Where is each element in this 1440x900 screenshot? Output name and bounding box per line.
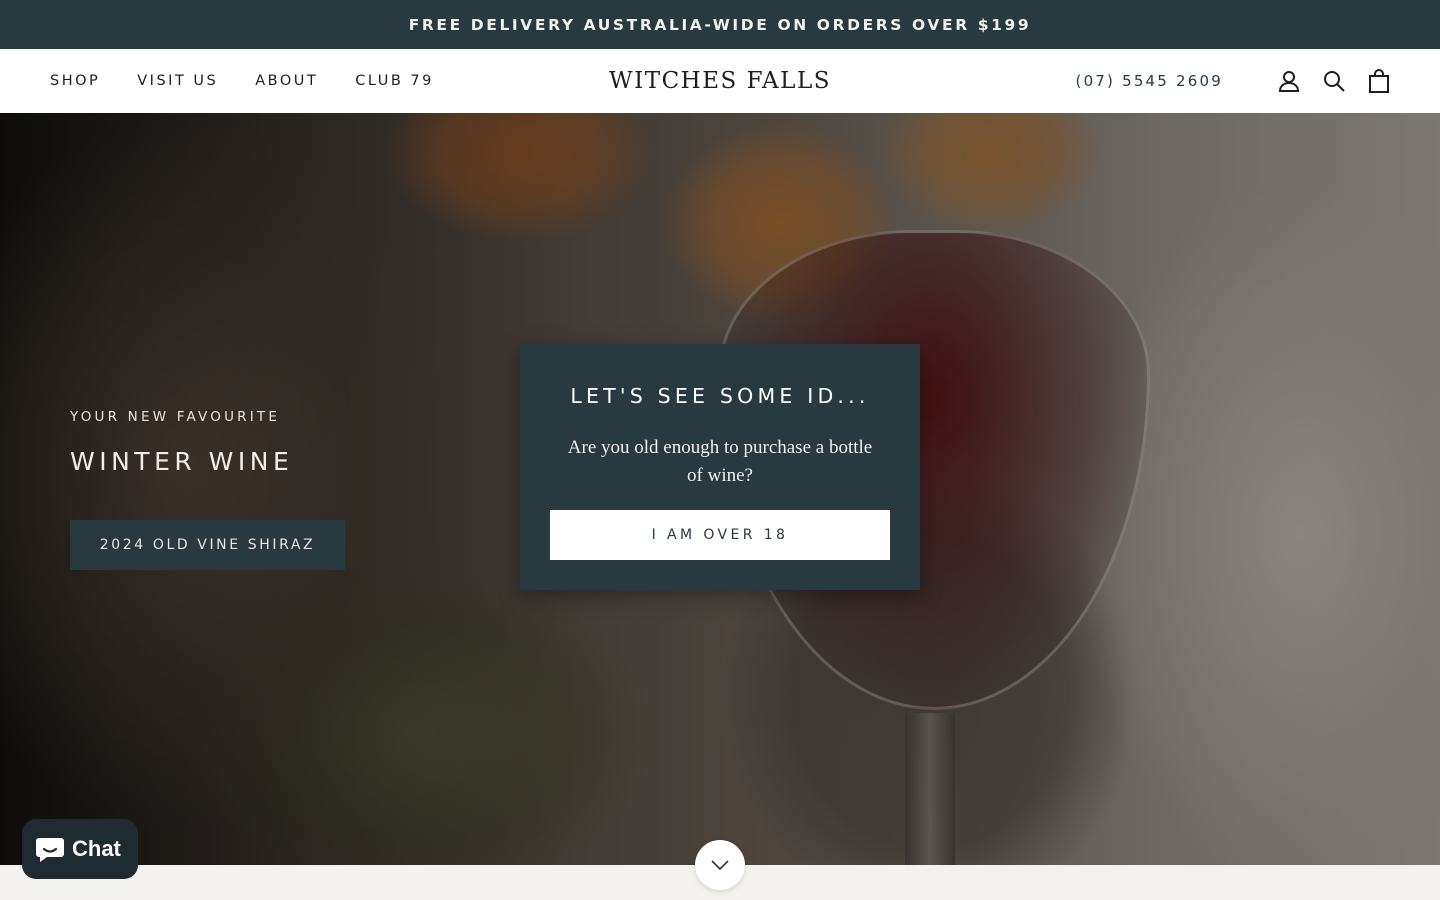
site-logo[interactable]: WITCHES FALLS <box>609 68 831 94</box>
hero-eyebrow: YOUR NEW FAVOURITE <box>70 409 281 425</box>
hero-content: YOUR NEW FAVOURITE WINTER WINE 2024 OLD … <box>70 409 345 570</box>
announcement-bar: FREE DELIVERY AUSTRALIA-WIDE ON ORDERS O… <box>0 0 1440 49</box>
nav-club-79[interactable]: CLUB 79 <box>355 73 434 89</box>
over-18-button[interactable]: I AM OVER 18 <box>550 510 890 560</box>
age-gate-title: LET'S SEE SOME ID... <box>570 384 870 408</box>
age-verification-modal: LET'S SEE SOME ID... Are you old enough … <box>520 344 920 590</box>
scroll-down-button[interactable] <box>695 840 745 890</box>
age-gate-question: Are you old enough to purchase a bottle … <box>567 437 873 486</box>
nav-about[interactable]: ABOUT <box>255 73 318 89</box>
search-icon[interactable] <box>1321 68 1347 94</box>
account-icon[interactable] <box>1276 68 1302 94</box>
chat-label: Chat <box>72 836 121 861</box>
site-header: SHOP VISIT US ABOUT CLUB 79 WITCHES FALL… <box>0 49 1440 113</box>
cart-icon[interactable] <box>1366 68 1392 94</box>
nav-shop[interactable]: SHOP <box>50 73 100 89</box>
announcement-text: FREE DELIVERY AUSTRALIA-WIDE ON ORDERS O… <box>408 15 1032 34</box>
hero-shiraz-button[interactable]: 2024 OLD VINE SHIRAZ <box>70 520 345 570</box>
main-nav: SHOP VISIT US ABOUT CLUB 79 <box>50 49 471 113</box>
hero-title: WINTER WINE <box>70 447 294 476</box>
header-actions: (07) 5545 2609 <box>1076 49 1392 113</box>
chat-widget-button[interactable]: Chat <box>22 819 138 879</box>
chevron-down-icon <box>711 860 729 871</box>
phone-number[interactable]: (07) 5545 2609 <box>1076 72 1223 90</box>
chat-bubble-icon <box>36 838 64 862</box>
nav-visit-us[interactable]: VISIT US <box>137 73 218 89</box>
